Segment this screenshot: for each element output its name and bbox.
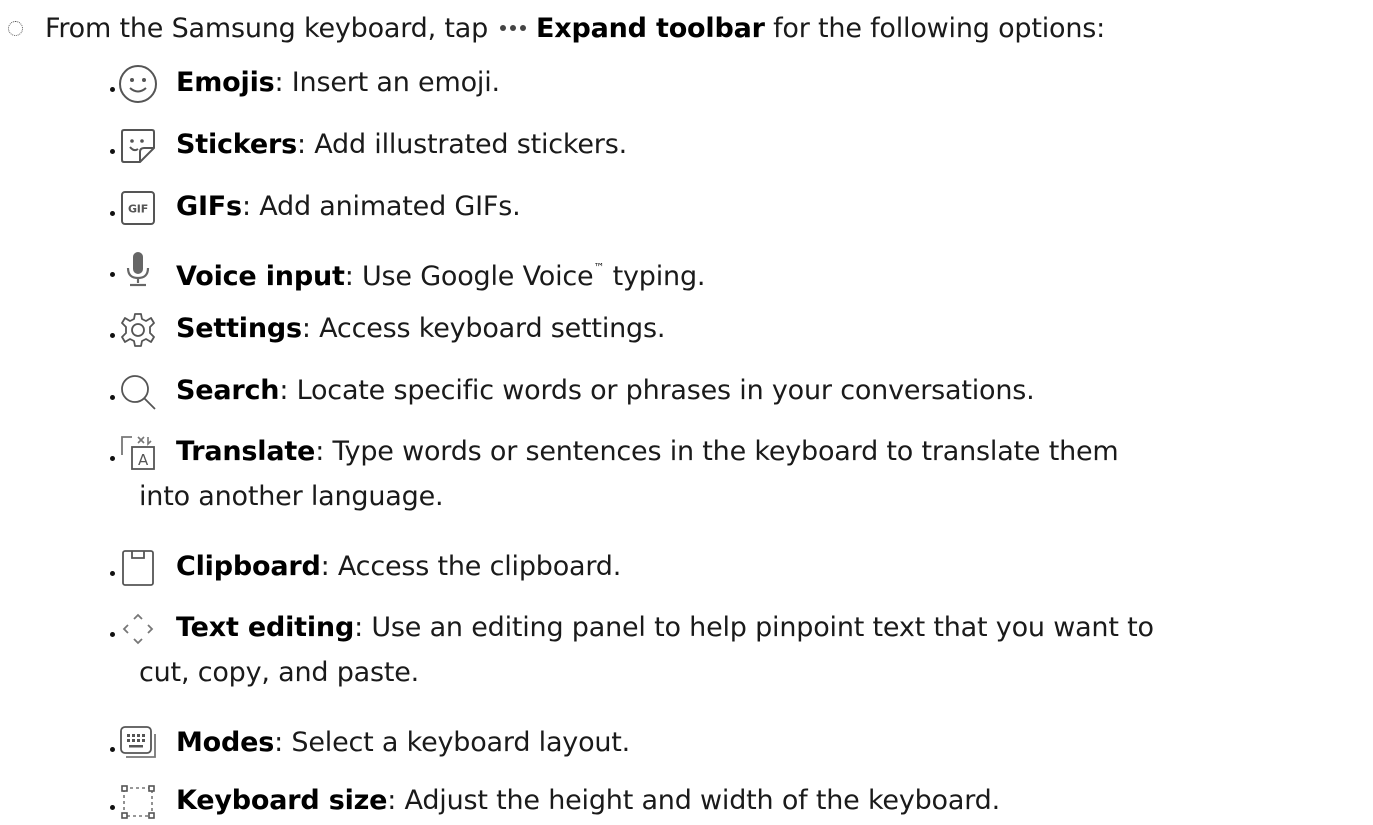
item-desc-end: typing. [604, 261, 706, 292]
step-bullet-icon [8, 20, 23, 36]
item-desc: : Access the clipboard. [320, 551, 622, 582]
bullet-dot [110, 805, 115, 810]
item-title: Text editing [176, 612, 355, 643]
keyboard-size-icon [116, 780, 160, 824]
more-dots-icon [500, 25, 527, 31]
text-editing-icon [116, 607, 160, 651]
bullet-dot [110, 632, 115, 637]
bullet-dot [110, 87, 115, 92]
gear-icon [116, 308, 160, 352]
item-title: GIFs [176, 191, 242, 222]
clipboard-icon [116, 546, 160, 590]
item-title: Clipboard [176, 551, 321, 582]
sticker-icon [116, 124, 160, 168]
bullet-dot [110, 456, 115, 461]
translate-icon: A [116, 431, 160, 475]
intro-line: From the Samsung keyboard, tap Expand to… [8, 6, 1105, 50]
bullet-dot [110, 149, 115, 154]
item-desc: : Insert an emoji. [274, 67, 501, 98]
item-desc: : Adjust the height and width of the key… [387, 785, 1000, 816]
bullet-dot [110, 272, 115, 277]
item-title: Modes [176, 727, 275, 758]
item-title: Search [176, 375, 280, 406]
intro-suffix-text: for the following options: [773, 12, 1106, 44]
item-desc: : Add animated GIFs. [241, 191, 521, 222]
keyboard-modes-icon [116, 722, 160, 766]
gif-icon: GIF [116, 186, 160, 230]
emoji-icon [116, 62, 160, 106]
microphone-icon [116, 247, 160, 291]
item-desc: : Type words or sentences in the keyboar… [315, 436, 1119, 467]
trademark-mark: ™ [593, 261, 605, 274]
item-title: Stickers [176, 129, 297, 160]
bullet-dot [110, 333, 115, 338]
item-desc: : Use an editing panel to help pinpoint … [354, 612, 1154, 643]
item-desc-continued: cut, copy, and paste. [139, 657, 420, 688]
svg-text:A: A [138, 451, 149, 469]
item-title: Translate [176, 436, 316, 467]
search-icon [116, 370, 160, 414]
bullet-dot [110, 747, 115, 752]
item-desc-continued: into another language. [139, 481, 444, 512]
intro-prefix: From the Samsung keyboard, tap [45, 12, 489, 44]
bullet-dot [110, 211, 115, 216]
item-desc: : Access keyboard settings. [301, 313, 666, 344]
item-desc: : Select a keyboard layout. [274, 727, 631, 758]
intro-action: Expand toolbar [536, 12, 765, 44]
intro-suffix [765, 13, 773, 44]
item-desc: : Use Google Voice [344, 261, 594, 292]
item-desc: : Add illustrated stickers. [296, 129, 627, 160]
svg-text:GIF: GIF [128, 203, 148, 216]
bullet-dot [110, 395, 115, 400]
item-desc: : Locate specific words or phrases in yo… [279, 375, 1035, 406]
item-title: Emojis [176, 67, 275, 98]
item-title: Settings [176, 313, 302, 344]
item-title: Keyboard size [176, 785, 388, 816]
item-title: Voice input [176, 261, 345, 292]
bullet-dot [110, 571, 115, 576]
